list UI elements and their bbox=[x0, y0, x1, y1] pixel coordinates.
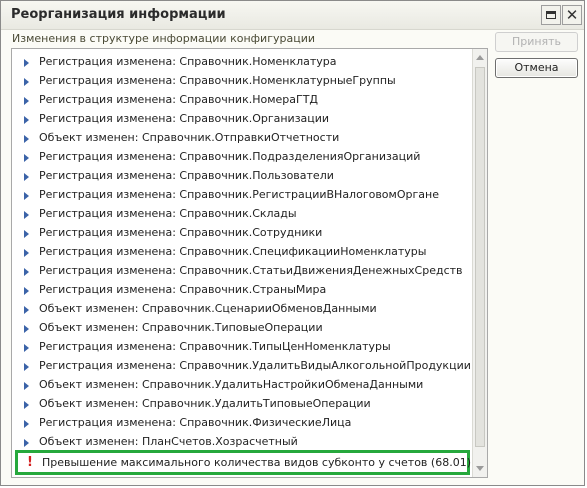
expand-arrow-icon[interactable] bbox=[24, 78, 29, 86]
list-item[interactable]: Регистрация изменена: Справочник.СтатьиД… bbox=[12, 262, 473, 281]
expand-arrow-icon[interactable] bbox=[24, 325, 29, 333]
list-item-label: Регистрация изменена: Справочник.СтатьиД… bbox=[39, 264, 463, 277]
list-item-label: Регистрация изменена: Справочник.Подразд… bbox=[39, 150, 421, 163]
list-item-label: Регистрация изменена: Справочник.Специфи… bbox=[39, 245, 427, 258]
list-item-label: Регистрация изменена: Справочник.Номенкл… bbox=[39, 74, 396, 87]
window-title: Реорганизация информации bbox=[11, 7, 226, 22]
scroll-thumb[interactable] bbox=[475, 67, 485, 447]
list-item[interactable]: Объект изменен: Справочник.ОтправкиОтчет… bbox=[12, 129, 473, 148]
list-item-label: Объект изменен: ПланСчетов.Хозрасчетный bbox=[39, 435, 298, 448]
list-item[interactable]: Регистрация изменена: Справочник.Подразд… bbox=[12, 148, 473, 167]
expand-arrow-icon[interactable] bbox=[24, 97, 29, 105]
list-item-label: Регистрация изменена: Справочник.Сотрудн… bbox=[39, 226, 323, 239]
expand-arrow-icon[interactable] bbox=[24, 382, 29, 390]
expand-arrow-icon[interactable] bbox=[24, 230, 29, 238]
list-item-label: Объект изменен: Справочник.ТиповыеОперац… bbox=[39, 321, 323, 334]
reorganization-dialog: Реорганизация информации ✕ Изменения в с… bbox=[0, 0, 585, 486]
expand-arrow-icon[interactable] bbox=[24, 59, 29, 67]
list-item[interactable]: Регистрация изменена: Справочник.Удалить… bbox=[12, 357, 473, 376]
list-item-label: Регистрация изменена: Справочник.Склады bbox=[39, 207, 297, 220]
expand-arrow-icon[interactable] bbox=[24, 344, 29, 352]
changes-list[interactable]: Регистрация изменена: Справочник.Номенкл… bbox=[11, 48, 488, 478]
list-item[interactable]: Регистрация изменена: Справочник.Пользов… bbox=[12, 167, 473, 186]
list-item[interactable]: Регистрация изменена: Справочник.СтраныМ… bbox=[12, 281, 473, 300]
close-icon: ✕ bbox=[565, 6, 579, 24]
list-item-label: Регистрация изменена: Справочник.Пользов… bbox=[39, 169, 334, 182]
close-button[interactable]: ✕ bbox=[562, 5, 582, 25]
scroll-up-icon[interactable] bbox=[476, 55, 484, 60]
list-item-label: Объект изменен: Справочник.УдалитьТиповы… bbox=[39, 397, 371, 410]
list-item[interactable]: Регистрация изменена: Справочник.Сотрудн… bbox=[12, 224, 473, 243]
expand-arrow-icon[interactable] bbox=[24, 192, 29, 200]
changes-rows: Регистрация изменена: Справочник.Номенкл… bbox=[12, 53, 473, 452]
list-item-label: Регистрация изменена: Справочник.Регистр… bbox=[39, 188, 439, 201]
list-item[interactable]: Регистрация изменена: Справочник.Склады bbox=[12, 205, 473, 224]
list-item[interactable]: Объект изменен: Справочник.СценарииОбмен… bbox=[12, 300, 473, 319]
maximize-button[interactable] bbox=[541, 5, 561, 25]
expand-arrow-icon[interactable] bbox=[24, 116, 29, 124]
list-item-label: Регистрация изменена: Справочник.СтраныМ… bbox=[39, 283, 327, 296]
list-item-label: Объект изменен: Справочник.УдалитьНастро… bbox=[39, 378, 424, 391]
warning-text: Превышение максимального количества видо… bbox=[42, 456, 471, 469]
list-item[interactable]: Объект изменен: Справочник.ТиповыеОперац… bbox=[12, 319, 473, 338]
expand-arrow-icon[interactable] bbox=[24, 211, 29, 219]
expand-arrow-icon[interactable] bbox=[24, 154, 29, 162]
list-item[interactable]: Регистрация изменена: Справочник.Специфи… bbox=[12, 243, 473, 262]
expand-arrow-icon[interactable] bbox=[24, 363, 29, 371]
cancel-button[interactable]: Отмена bbox=[495, 58, 578, 78]
list-item[interactable]: Регистрация изменена: Справочник.Номенкл… bbox=[12, 53, 473, 72]
list-item[interactable]: Регистрация изменена: Справочник.НомераГ… bbox=[12, 91, 473, 110]
list-item-label: Регистрация изменена: Справочник.Физичес… bbox=[39, 416, 352, 429]
expand-arrow-icon[interactable] bbox=[24, 439, 29, 447]
list-item-label: Объект изменен: Справочник.ОтправкиОтчет… bbox=[39, 131, 340, 144]
expand-arrow-icon[interactable] bbox=[24, 173, 29, 181]
list-item-label: Регистрация изменена: Справочник.НомераГ… bbox=[39, 93, 319, 106]
expand-arrow-icon[interactable] bbox=[24, 420, 29, 428]
error-icon: ! bbox=[27, 455, 33, 470]
expand-arrow-icon[interactable] bbox=[24, 401, 29, 409]
list-item[interactable]: Регистрация изменена: Справочник.ТипыЦен… bbox=[12, 338, 473, 357]
list-item[interactable]: Регистрация изменена: Справочник.Номенкл… bbox=[12, 72, 473, 91]
list-item-label: Регистрация изменена: Справочник.ТипыЦен… bbox=[39, 340, 391, 353]
list-item[interactable]: Регистрация изменена: Справочник.Организ… bbox=[12, 110, 473, 129]
list-item[interactable]: Объект изменен: Справочник.УдалитьТиповы… bbox=[12, 395, 473, 414]
list-item-label: Регистрация изменена: Справочник.Номенкл… bbox=[39, 55, 337, 68]
maximize-icon bbox=[546, 11, 556, 19]
list-item-label: Регистрация изменена: Справочник.Организ… bbox=[39, 112, 330, 125]
expand-arrow-icon[interactable] bbox=[24, 287, 29, 295]
vertical-scrollbar[interactable] bbox=[472, 49, 487, 477]
accept-button[interactable]: Принять bbox=[495, 32, 578, 52]
list-item[interactable]: Регистрация изменена: Справочник.Регистр… bbox=[12, 186, 473, 205]
expand-arrow-icon[interactable] bbox=[24, 306, 29, 314]
title-bar: Реорганизация информации ✕ bbox=[1, 1, 584, 30]
changes-caption: Изменения в структуре информации конфигу… bbox=[12, 32, 315, 45]
list-item[interactable]: Объект изменен: Справочник.УдалитьНастро… bbox=[12, 376, 473, 395]
list-item[interactable]: Регистрация изменена: Справочник.Физичес… bbox=[12, 414, 473, 433]
scroll-down-icon[interactable] bbox=[476, 466, 484, 471]
warning-row[interactable]: ! Превышение максимального количества ви… bbox=[15, 450, 471, 475]
expand-arrow-icon[interactable] bbox=[24, 135, 29, 143]
list-item-label: Регистрация изменена: Справочник.Удалить… bbox=[39, 359, 471, 372]
expand-arrow-icon[interactable] bbox=[24, 268, 29, 276]
expand-arrow-icon[interactable] bbox=[24, 249, 29, 257]
list-item-label: Объект изменен: Справочник.СценарииОбмен… bbox=[39, 302, 377, 315]
